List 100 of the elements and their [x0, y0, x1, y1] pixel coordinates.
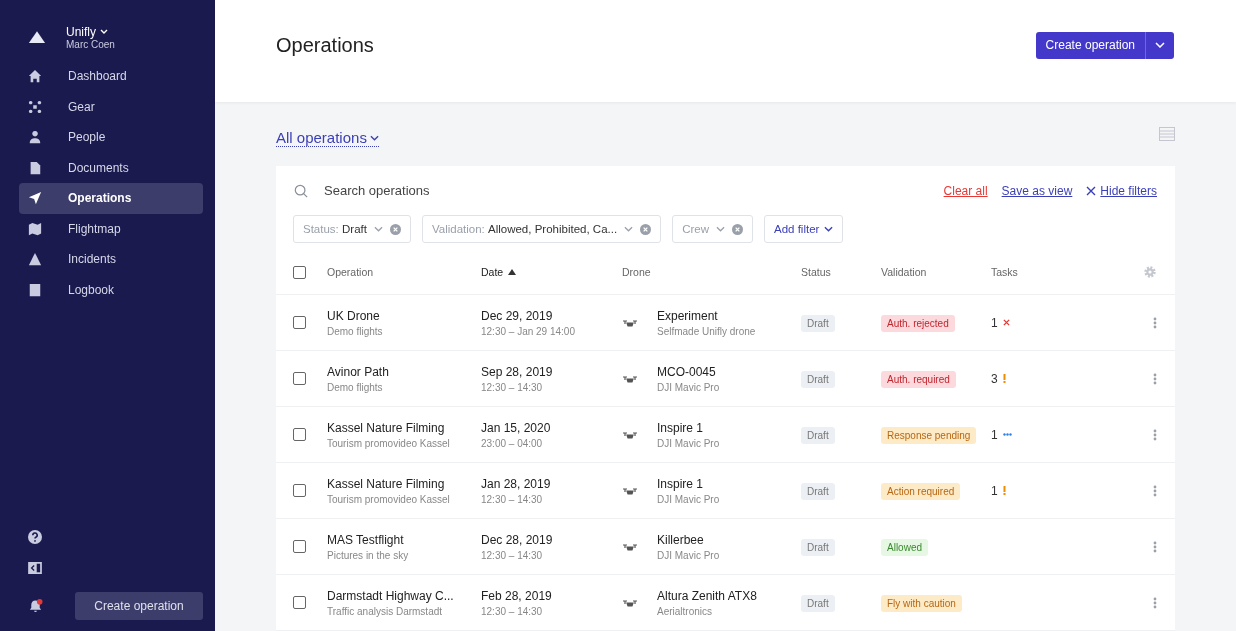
more-options-icon[interactable]: [1153, 428, 1157, 441]
select-all-checkbox[interactable]: [293, 265, 306, 279]
operation-name[interactable]: Kassel Nature Filming: [327, 420, 481, 435]
drone-icon: [622, 430, 638, 439]
more-options-icon[interactable]: [1153, 316, 1157, 329]
save-as-view-link[interactable]: Save as view: [1001, 183, 1073, 198]
row-checkbox[interactable]: [293, 316, 306, 329]
operation-date: Sep 28, 2019: [481, 364, 554, 379]
clear-filter-icon[interactable]: [731, 223, 743, 235]
operation-name[interactable]: Avinor Path: [327, 364, 481, 379]
validation-badge: Response pending: [881, 426, 977, 444]
create-operation-button[interactable]: Create operation: [74, 592, 203, 620]
paper-plane-icon: [28, 191, 42, 206]
user-name: Marc Coen: [66, 39, 115, 50]
drone-model: Aerialtronics: [657, 605, 714, 617]
drone-icon: [622, 542, 638, 551]
status-badge: Draft: [801, 314, 835, 332]
drone-icon: [622, 598, 638, 607]
row-checkbox[interactable]: [293, 596, 306, 609]
chevron-down-icon[interactable]: [1155, 42, 1165, 48]
more-options-icon[interactable]: [1153, 484, 1157, 497]
column-header[interactable]: Date: [481, 266, 622, 278]
column-header[interactable]: Validation: [881, 266, 991, 278]
sort-ascending-icon: [508, 269, 517, 275]
book-icon: [28, 282, 42, 297]
drone-model: DJI Mavic Pro: [657, 437, 720, 449]
clear-filter-icon[interactable]: [389, 223, 401, 235]
drone-name: Experiment: [657, 308, 719, 323]
column-header[interactable]: Drone: [622, 266, 801, 278]
filter-dropdown[interactable]: Validation: Allowed, Prohibited, Ca...: [421, 215, 662, 243]
filter-dropdown[interactable]: Status: Draft: [293, 215, 411, 243]
nav-item[interactable]: Gear: [19, 91, 203, 122]
column-header[interactable]: Status: [801, 266, 881, 278]
more-options-icon[interactable]: [1153, 596, 1157, 609]
operation-description: Pictures in the sky: [327, 549, 410, 561]
validation-badge: Auth. rejected: [881, 314, 955, 332]
drone-name: Altura Zenith ATX8: [657, 588, 757, 603]
operation-description: Tourism promovideo Kassel: [327, 493, 451, 505]
operation-description: Tourism promovideo Kassel: [327, 437, 451, 449]
validation-badge: Auth. required: [881, 370, 956, 388]
nav-item[interactable]: Flightmap: [19, 213, 203, 244]
org-switcher[interactable]: Unifly: [66, 25, 115, 39]
nav-item[interactable]: Documents: [19, 152, 203, 183]
drone-icon: [622, 318, 638, 327]
bell-icon[interactable]: [28, 598, 43, 614]
nav-item[interactable]: Dashboard: [19, 61, 203, 92]
drone-model: DJI Mavic Pro: [657, 549, 720, 561]
more-options-icon[interactable]: [1153, 372, 1157, 385]
search-icon: [294, 183, 308, 198]
drone-name: Inspire 1: [657, 420, 705, 435]
task-count: 1: [991, 427, 998, 442]
row-checkbox[interactable]: [293, 428, 306, 441]
drone-model: Selfmade Unifly drone: [657, 325, 756, 337]
status-badge: Draft: [801, 426, 835, 444]
view-selector[interactable]: All operations: [276, 129, 379, 147]
row-checkbox[interactable]: [293, 540, 306, 553]
nav-item[interactable]: Logbook: [19, 274, 203, 305]
operation-description: Demo flights: [327, 325, 384, 337]
operation-date: Dec 28, 2019: [481, 532, 554, 547]
nav-item[interactable]: Operations: [19, 183, 203, 214]
create-operation-button[interactable]: Create operation: [1035, 31, 1146, 59]
operation-date: Jan 15, 2020: [481, 420, 552, 435]
drone-name: Inspire 1: [657, 476, 705, 491]
more-options-icon[interactable]: [1153, 540, 1157, 553]
row-checkbox[interactable]: [293, 372, 306, 385]
nav-item[interactable]: Incidents: [19, 244, 203, 275]
drone-model: DJI Mavic Pro: [657, 381, 720, 393]
create-operation-split-button[interactable]: Create operation: [1035, 31, 1174, 59]
column-header[interactable]: Tasks: [991, 266, 1137, 278]
chevron-down-icon: [373, 226, 383, 232]
operation-name[interactable]: MAS Testflight: [327, 532, 481, 547]
row-checkbox[interactable]: [293, 484, 306, 497]
clear-filter-icon[interactable]: [640, 223, 652, 235]
operation-name[interactable]: UK Drone: [327, 308, 481, 323]
task-count: 3: [991, 371, 998, 386]
house-icon: [28, 69, 42, 84]
status-badge: Draft: [801, 370, 835, 388]
help-icon[interactable]: [28, 530, 42, 544]
drone-icon: [28, 99, 42, 114]
add-filter-button[interactable]: Add filter: [763, 215, 844, 243]
validation-badge: Action required: [881, 482, 961, 500]
drone-icon: [622, 374, 638, 383]
column-header[interactable]: Operation: [327, 266, 481, 278]
close-icon: [1086, 185, 1097, 196]
operation-time: 12:30 – 14:30: [481, 381, 544, 393]
collapse-sidebar-icon[interactable]: [28, 562, 42, 574]
chevron-down-icon: [369, 134, 379, 141]
drone-name: Killerbee: [657, 532, 705, 547]
hide-filters-link[interactable]: Hide filters: [1100, 183, 1157, 198]
person-icon: [28, 130, 42, 145]
chevron-down-icon: [824, 226, 834, 232]
operation-time: 12:30 – 14:30: [481, 493, 544, 505]
operation-name[interactable]: Darmstadt Highway C...: [327, 588, 481, 603]
operation-name[interactable]: Kassel Nature Filming: [327, 476, 481, 491]
operation-time: 12:30 – 14:30: [481, 605, 544, 617]
nav-item[interactable]: People: [19, 122, 203, 153]
clear-all-link[interactable]: Clear all: [943, 183, 988, 198]
logo-icon: [28, 30, 46, 45]
drone-model: DJI Mavic Pro: [657, 493, 720, 505]
operation-time: 12:30 – Jan 29 14:00: [481, 325, 576, 337]
